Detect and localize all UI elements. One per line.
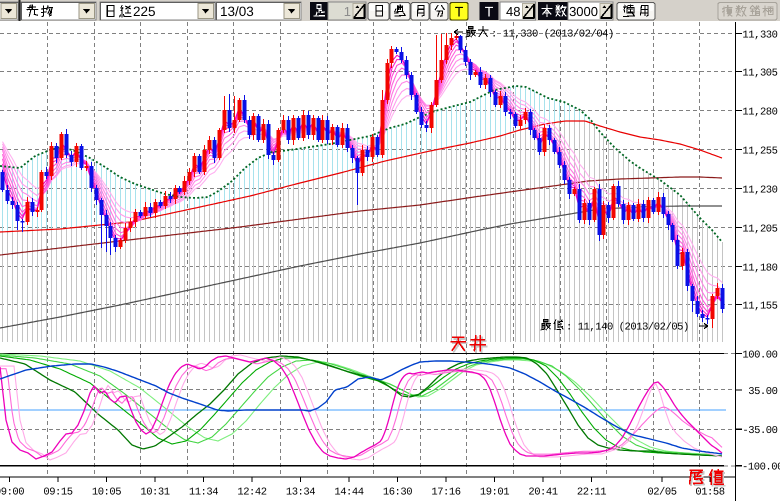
svg-text:17:16: 17:16 (431, 487, 460, 499)
svg-text:11:34: 11:34 (189, 487, 218, 499)
svg-text:11,330: 11,330 (742, 29, 777, 41)
svg-text:: 11,140 (2013/02/05): : 11,140 (2013/02/05) (566, 322, 689, 334)
svg-text:10:31: 10:31 (140, 487, 169, 499)
svg-text:09:15: 09:15 (43, 487, 72, 499)
svg-text:13:34: 13:34 (286, 487, 315, 499)
svg-text:13/03: 13/03 (220, 4, 254, 19)
svg-text:T: T (485, 4, 494, 20)
svg-text:11,155: 11,155 (742, 300, 777, 312)
svg-text:11,205: 11,205 (742, 223, 777, 235)
svg-text:3000: 3000 (569, 4, 598, 19)
svg-text:11,255: 11,255 (742, 145, 777, 157)
svg-text:-35.00: -35.00 (742, 425, 777, 437)
svg-text:11,180: 11,180 (742, 262, 777, 274)
svg-text:11,230: 11,230 (742, 184, 777, 196)
svg-text:11,280: 11,280 (742, 106, 777, 118)
svg-text:225: 225 (133, 4, 156, 19)
svg-text:35.00: 35.00 (748, 386, 777, 398)
svg-text:16:30: 16:30 (383, 487, 412, 499)
svg-text:-100.00: -100.00 (742, 462, 780, 474)
svg-text:01:58: 01:58 (695, 487, 724, 499)
svg-text:10:05: 10:05 (92, 487, 121, 499)
svg-text:14:44: 14:44 (334, 487, 363, 499)
svg-text:02/05: 02/05 (647, 487, 676, 499)
svg-text:12:42: 12:42 (237, 487, 266, 499)
svg-text:100.00: 100.00 (742, 349, 777, 361)
svg-text:11,305: 11,305 (742, 67, 777, 79)
svg-text:19:01: 19:01 (480, 487, 509, 499)
svg-text:09:00: 09:00 (0, 487, 24, 499)
svg-text:1: 1 (344, 4, 351, 19)
svg-text:T: T (455, 4, 464, 20)
svg-text:: 11,330 (2013/02/04): : 11,330 (2013/02/04) (491, 29, 614, 41)
svg-text:20:41: 20:41 (528, 487, 557, 499)
svg-text:22:11: 22:11 (577, 487, 606, 499)
svg-text:48: 48 (506, 4, 520, 19)
